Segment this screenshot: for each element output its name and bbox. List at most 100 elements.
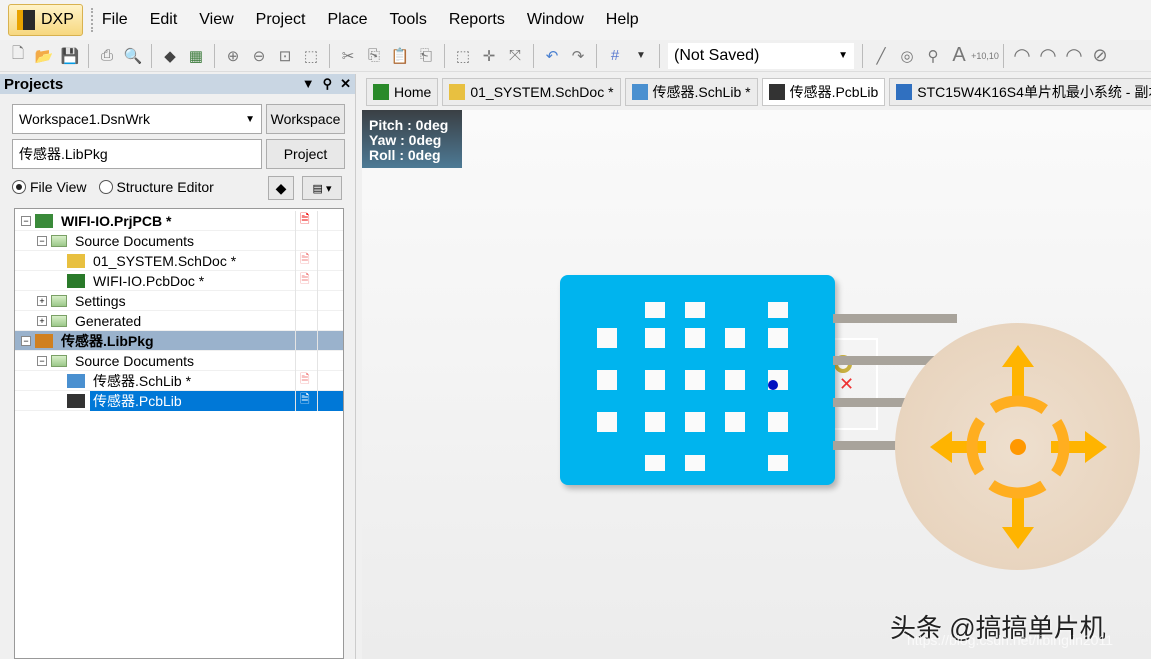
redo-icon[interactable]: ↷ [568, 46, 588, 66]
menu-reports[interactable]: Reports [449, 11, 505, 29]
deselect-icon[interactable]: ⤧ [505, 46, 525, 66]
grid-dropdown-icon[interactable]: ▼ [631, 46, 651, 66]
workspace-select[interactable]: Workspace1.DsnWrk ▼ [12, 104, 262, 134]
menu-place[interactable]: Place [327, 11, 367, 29]
full-circle-icon[interactable]: ⊘ [1090, 45, 1110, 66]
column-divider [295, 391, 296, 411]
expand-icon[interactable]: + [37, 315, 47, 326]
paste-icon[interactable]: 📋 [390, 46, 410, 66]
workspace-button[interactable]: Workspace [266, 104, 345, 134]
project-pcb-icon [35, 213, 53, 228]
tree-item[interactable]: − Source Documents [15, 231, 343, 251]
close-icon[interactable]: ✕ [340, 76, 351, 92]
save-icon[interactable]: 💾 [60, 46, 80, 66]
copy-icon[interactable]: ⎘ [364, 46, 384, 66]
menu-tools[interactable]: Tools [389, 11, 426, 29]
tab-4[interactable]: STC15W4K16S4单片机最小系统 - 副本 [889, 78, 1151, 106]
tab-label: 传感器.PcbLib [789, 84, 879, 100]
undo-icon[interactable]: ↶ [542, 46, 562, 66]
column-divider [317, 231, 318, 251]
view-config-select[interactable]: (Not Saved) ▼ [668, 42, 854, 69]
pin-icon[interactable]: ⚲ [323, 76, 333, 92]
collapse-icon[interactable]: − [37, 235, 47, 246]
pcbdoc-icon [67, 273, 85, 288]
tree-item[interactable]: − Source Documents [15, 351, 343, 371]
column-divider [317, 331, 318, 351]
yaw-readout: Yaw : 0deg [369, 132, 442, 148]
tree-item[interactable]: 01_SYSTEM.SchDoc * 🗎 [15, 251, 343, 271]
arc-edge-icon[interactable]: ◠ [1038, 45, 1058, 67]
modified-document-icon: 🗎 [300, 252, 310, 266]
pcblib-icon [67, 393, 85, 408]
print-icon[interactable]: ⎙ [97, 46, 117, 66]
print-preview-icon[interactable]: 🔍 [123, 46, 143, 66]
rubber-stamp-icon[interactable]: ⎗ [416, 46, 436, 66]
project-options-dropdown[interactable]: ▤ ▾ [302, 176, 342, 200]
tree-item[interactable]: + Settings [15, 291, 343, 311]
column-divider [317, 271, 318, 291]
zoom-fit-icon[interactable]: ⊡ [275, 46, 295, 66]
zoom-out-icon[interactable]: ⊖ [249, 46, 269, 66]
home-icon [373, 84, 389, 100]
collapse-icon[interactable]: − [21, 215, 31, 226]
sensor-pin [833, 314, 957, 323]
grid-icon[interactable]: # [605, 46, 625, 66]
zoom-in-icon[interactable]: ⊕ [223, 46, 243, 66]
new-icon[interactable]: 🗋 [8, 45, 28, 66]
tab-0[interactable]: Home [366, 78, 439, 106]
project-field[interactable]: 传感器.LibPkg [12, 139, 262, 169]
menu-file[interactable]: File [102, 11, 128, 29]
column-divider [295, 331, 296, 351]
column-divider [295, 251, 296, 271]
tab-label: STC15W4K16S4单片机最小系统 - 副本 [917, 84, 1151, 100]
file-view-radio[interactable] [12, 180, 26, 194]
arc-any-icon[interactable]: ◠ [1064, 45, 1084, 67]
menu-view[interactable]: View [199, 11, 233, 29]
3d-chip-icon[interactable]: ◆ [160, 46, 180, 66]
sensor-vent-hole [685, 455, 705, 471]
select-area-icon[interactable]: ⬚ [453, 46, 473, 66]
tab-1[interactable]: 01_SYSTEM.SchDoc * [442, 78, 621, 106]
tree-item[interactable]: − 传感器.LibPkg [15, 331, 343, 351]
board-icon[interactable]: ▦ [186, 46, 206, 66]
tree-item[interactable]: + Generated [15, 311, 343, 331]
tree-item[interactable]: − WIFI-IO.PrjPCB * 🗎 [15, 211, 343, 231]
menu-edit[interactable]: Edit [150, 11, 178, 29]
collapse-icon[interactable]: − [21, 335, 31, 346]
pitch-readout: Pitch : 0deg [369, 117, 449, 133]
tab-2[interactable]: 传感器.SchLib * [624, 78, 758, 106]
string-icon[interactable]: A [949, 44, 969, 66]
arc-center-icon[interactable]: ◠ [1012, 45, 1032, 67]
navigation-disc[interactable] [895, 323, 1140, 570]
tree-item-label: Settings [75, 292, 126, 309]
via-icon[interactable]: ⚲ [923, 46, 943, 66]
column-divider [295, 351, 296, 371]
line-icon[interactable]: ╱ [871, 46, 891, 66]
menu-help[interactable]: Help [606, 11, 639, 29]
expand-icon[interactable]: + [37, 295, 47, 306]
tree-item[interactable]: 传感器.SchLib * 🗎 [15, 371, 343, 391]
tree-item[interactable]: WIFI-IO.PcbDoc * 🗎 [15, 271, 343, 291]
sensor-vent-hole [597, 412, 617, 432]
panel-menu-icon[interactable]: ▼ [302, 76, 315, 92]
tab-3[interactable]: 传感器.PcbLib [761, 78, 886, 106]
panel-header: Projects ▼ ⚲ ✕ [0, 74, 355, 94]
divider [596, 43, 597, 68]
pad-icon[interactable]: ◎ [897, 46, 917, 66]
compile-icon[interactable]: ◆ [268, 176, 294, 200]
tree-item[interactable]: 传感器.PcbLib 🗎 [15, 391, 343, 411]
structure-editor-radio[interactable] [98, 180, 113, 194]
menu-project[interactable]: Project [256, 11, 306, 29]
menu-window[interactable]: Window [527, 11, 584, 29]
pcb-3d-canvas[interactable]: Pitch : 0deg Yaw : 0deg Roll : 0deg ✕ 头条… [362, 110, 1151, 659]
open-icon[interactable]: 📂 [34, 46, 54, 66]
cut-icon[interactable]: ✂ [338, 46, 358, 66]
dxp-menu-button[interactable]: DXP [8, 4, 83, 36]
origin-icon[interactable]: +10,10 [971, 46, 999, 66]
project-button[interactable]: Project [266, 139, 345, 169]
tree-item-label: 传感器.PcbLib [93, 392, 182, 409]
sensor-vent-hole [768, 302, 788, 318]
collapse-icon[interactable]: − [37, 355, 47, 366]
zoom-area-icon[interactable]: ⬚ [301, 46, 321, 66]
move-icon[interactable]: ✛ [479, 46, 499, 66]
